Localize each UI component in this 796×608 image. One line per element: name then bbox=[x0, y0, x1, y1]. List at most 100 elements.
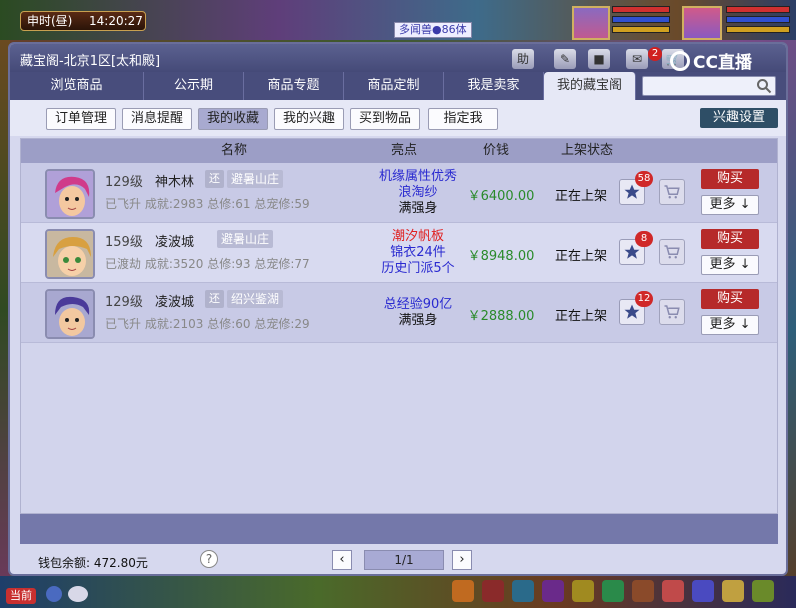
listing-status: 正在上架 bbox=[555, 309, 608, 324]
listing-status: 正在上架 bbox=[555, 249, 608, 264]
price: ￥8948.00 bbox=[467, 249, 535, 264]
price: ￥2888.00 bbox=[467, 309, 535, 324]
location-tag: 绍兴鉴湖 bbox=[227, 290, 284, 308]
search-icon[interactable] bbox=[756, 78, 772, 94]
character-stats: 已飞升 成就:2983 总修:61 总宠修:59 bbox=[105, 197, 310, 211]
help-icon[interactable]: ? bbox=[200, 550, 218, 568]
character-portrait[interactable] bbox=[45, 229, 95, 279]
subtab-interests[interactable]: 我的兴趣 bbox=[274, 108, 344, 130]
favorite-count-badge: 8 bbox=[635, 231, 653, 247]
quest-icon[interactable] bbox=[572, 580, 594, 602]
cart-icon bbox=[664, 185, 680, 199]
mail-icon[interactable] bbox=[692, 580, 714, 602]
skills-icon[interactable] bbox=[542, 580, 564, 602]
cc-live-logo: CC直播 bbox=[670, 48, 752, 73]
friends-icon[interactable] bbox=[602, 580, 624, 602]
subtab-purchased[interactable]: 买到物品 bbox=[350, 108, 420, 130]
table-header: 名称 亮点 价钱 上架状态 bbox=[21, 139, 777, 163]
more-button[interactable]: 更多 ↓ bbox=[701, 195, 759, 215]
subtab-assigned[interactable]: 指定我 bbox=[428, 108, 498, 130]
character-stats: 已渡劫 成就:3520 总修:93 总宠修:77 bbox=[105, 257, 310, 271]
edit-icon[interactable]: ✎ bbox=[554, 49, 576, 69]
shop-icon[interactable] bbox=[482, 580, 504, 602]
subtab-notifications[interactable]: 消息提醒 bbox=[122, 108, 192, 130]
location-tag: 避暑山庄 bbox=[227, 170, 284, 188]
chat-bubble-icon[interactable] bbox=[68, 586, 88, 602]
cc-logo-text: CC直播 bbox=[693, 53, 752, 73]
character-school: 凌波城 bbox=[155, 295, 195, 310]
character-level: 129级 bbox=[105, 295, 143, 310]
favorite-count-badge: 58 bbox=[635, 171, 653, 187]
microphone-icon[interactable] bbox=[46, 586, 62, 602]
tab-seller[interactable]: 我是卖家 bbox=[444, 72, 544, 100]
stop-icon[interactable]: ■ bbox=[588, 49, 610, 69]
header-status: 上架状态 bbox=[561, 143, 614, 158]
more-button[interactable]: 更多 ↓ bbox=[701, 255, 759, 275]
guild-icon[interactable] bbox=[632, 580, 654, 602]
next-page-button[interactable]: › bbox=[452, 550, 472, 570]
team-icon[interactable] bbox=[512, 580, 534, 602]
add-to-cart-button[interactable] bbox=[659, 299, 685, 325]
cart-icon bbox=[664, 245, 680, 259]
title-bar[interactable]: 藏宝阁-北京1区[太和殿] 助 ✎ ■ ✉ 2 🛒 CC直播 bbox=[10, 44, 786, 73]
wallet-balance: 钱包余额: 472.80元 bbox=[38, 556, 148, 570]
interest-settings-button[interactable]: 兴趣设置 bbox=[700, 108, 778, 128]
cc-logo-icon bbox=[670, 51, 690, 71]
tab-my-treasure[interactable]: 我的藏宝阁 bbox=[544, 72, 636, 100]
location-tag: 避暑山庄 bbox=[217, 230, 274, 248]
prev-page-button[interactable]: ‹ bbox=[332, 550, 352, 570]
buy-button[interactable]: 购买 bbox=[701, 229, 759, 249]
system-icon[interactable] bbox=[662, 580, 684, 602]
treasure-window: 藏宝阁-北京1区[太和殿] 助 ✎ ■ ✉ 2 🛒 CC直播 浏览商品 公示期 … bbox=[8, 42, 788, 576]
price: ￥6400.00 bbox=[467, 189, 535, 204]
table-footer-bar bbox=[20, 514, 778, 544]
page-indicator: 1/1 bbox=[364, 550, 444, 570]
character-level: 129级 bbox=[105, 175, 143, 190]
add-to-cart-button[interactable] bbox=[659, 179, 685, 205]
overhead-label: 多闻兽●86体 bbox=[394, 22, 472, 38]
pet-avatar[interactable] bbox=[572, 6, 610, 40]
tab-browse[interactable]: 浏览商品 bbox=[10, 72, 144, 100]
table-row[interactable]: 129级 凌波城 还 绍兴鉴湖 已飞升 成就:2103 总修:60 总宠修:29… bbox=[21, 283, 777, 343]
subtab-orders[interactable]: 订单管理 bbox=[46, 108, 116, 130]
table-row[interactable]: 129级 神木林 还 避暑山庄 已飞升 成就:2983 总修:61 总宠修:59… bbox=[21, 163, 777, 223]
cart-icon bbox=[664, 305, 680, 319]
backpack-icon[interactable] bbox=[452, 580, 474, 602]
highlight-1: 潮汐帆板 bbox=[391, 229, 444, 244]
player-avatar[interactable] bbox=[682, 6, 722, 40]
more-button[interactable]: 更多 ↓ bbox=[701, 315, 759, 335]
tab-custom[interactable]: 商品定制 bbox=[344, 72, 444, 100]
character-school: 凌波城 bbox=[155, 235, 195, 250]
settings-icon[interactable] bbox=[752, 580, 774, 602]
header-highlight: 亮点 bbox=[391, 143, 418, 158]
character-school: 神木林 bbox=[155, 175, 195, 190]
window-title: 藏宝阁-北京1区[太和殿] bbox=[20, 54, 161, 69]
return-tag: 还 bbox=[205, 290, 224, 308]
pet-status-bars bbox=[612, 6, 670, 36]
subtab-favorites[interactable]: 我的收藏 bbox=[198, 108, 268, 130]
tab-public[interactable]: 公示期 bbox=[144, 72, 244, 100]
player-status-bars bbox=[726, 6, 790, 36]
character-portrait[interactable] bbox=[45, 169, 95, 219]
favorite-count-badge: 12 bbox=[635, 291, 653, 307]
listing-status: 正在上架 bbox=[555, 189, 608, 204]
channel-button[interactable]: 当前 bbox=[6, 588, 36, 604]
sub-tabs: 订单管理 消息提醒 我的收藏 我的兴趣 买到物品 指定我 兴趣设置 bbox=[10, 100, 786, 136]
activity-icon[interactable] bbox=[722, 580, 744, 602]
favorites-table: 名称 亮点 价钱 上架状态 129级 神木林 还 避暑山庄 已飞升 成就:298… bbox=[20, 138, 778, 514]
game-clock: 申时(昼) 14:20:27 bbox=[20, 11, 146, 31]
clock-time: 14:20:27 bbox=[89, 14, 143, 28]
tab-topics[interactable]: 商品专题 bbox=[244, 72, 344, 100]
add-to-cart-button[interactable] bbox=[659, 239, 685, 265]
header-name: 名称 bbox=[221, 143, 248, 158]
buy-button[interactable]: 购买 bbox=[701, 289, 759, 309]
highlight-1: 机缘属性优秀 bbox=[378, 169, 457, 184]
table-row[interactable]: 159级 凌波城 避暑山庄 已渡劫 成就:3520 总修:93 总宠修:77 潮… bbox=[21, 223, 777, 283]
character-portrait[interactable] bbox=[45, 289, 95, 339]
header-price: 价钱 bbox=[483, 143, 510, 158]
buy-button[interactable]: 购买 bbox=[701, 169, 759, 189]
message-icon[interactable]: ✉ bbox=[626, 49, 648, 69]
time-of-day: 申时(昼) bbox=[27, 14, 73, 28]
help-button[interactable]: 助 bbox=[512, 49, 534, 69]
character-stats: 已飞升 成就:2103 总修:60 总宠修:29 bbox=[105, 317, 310, 331]
